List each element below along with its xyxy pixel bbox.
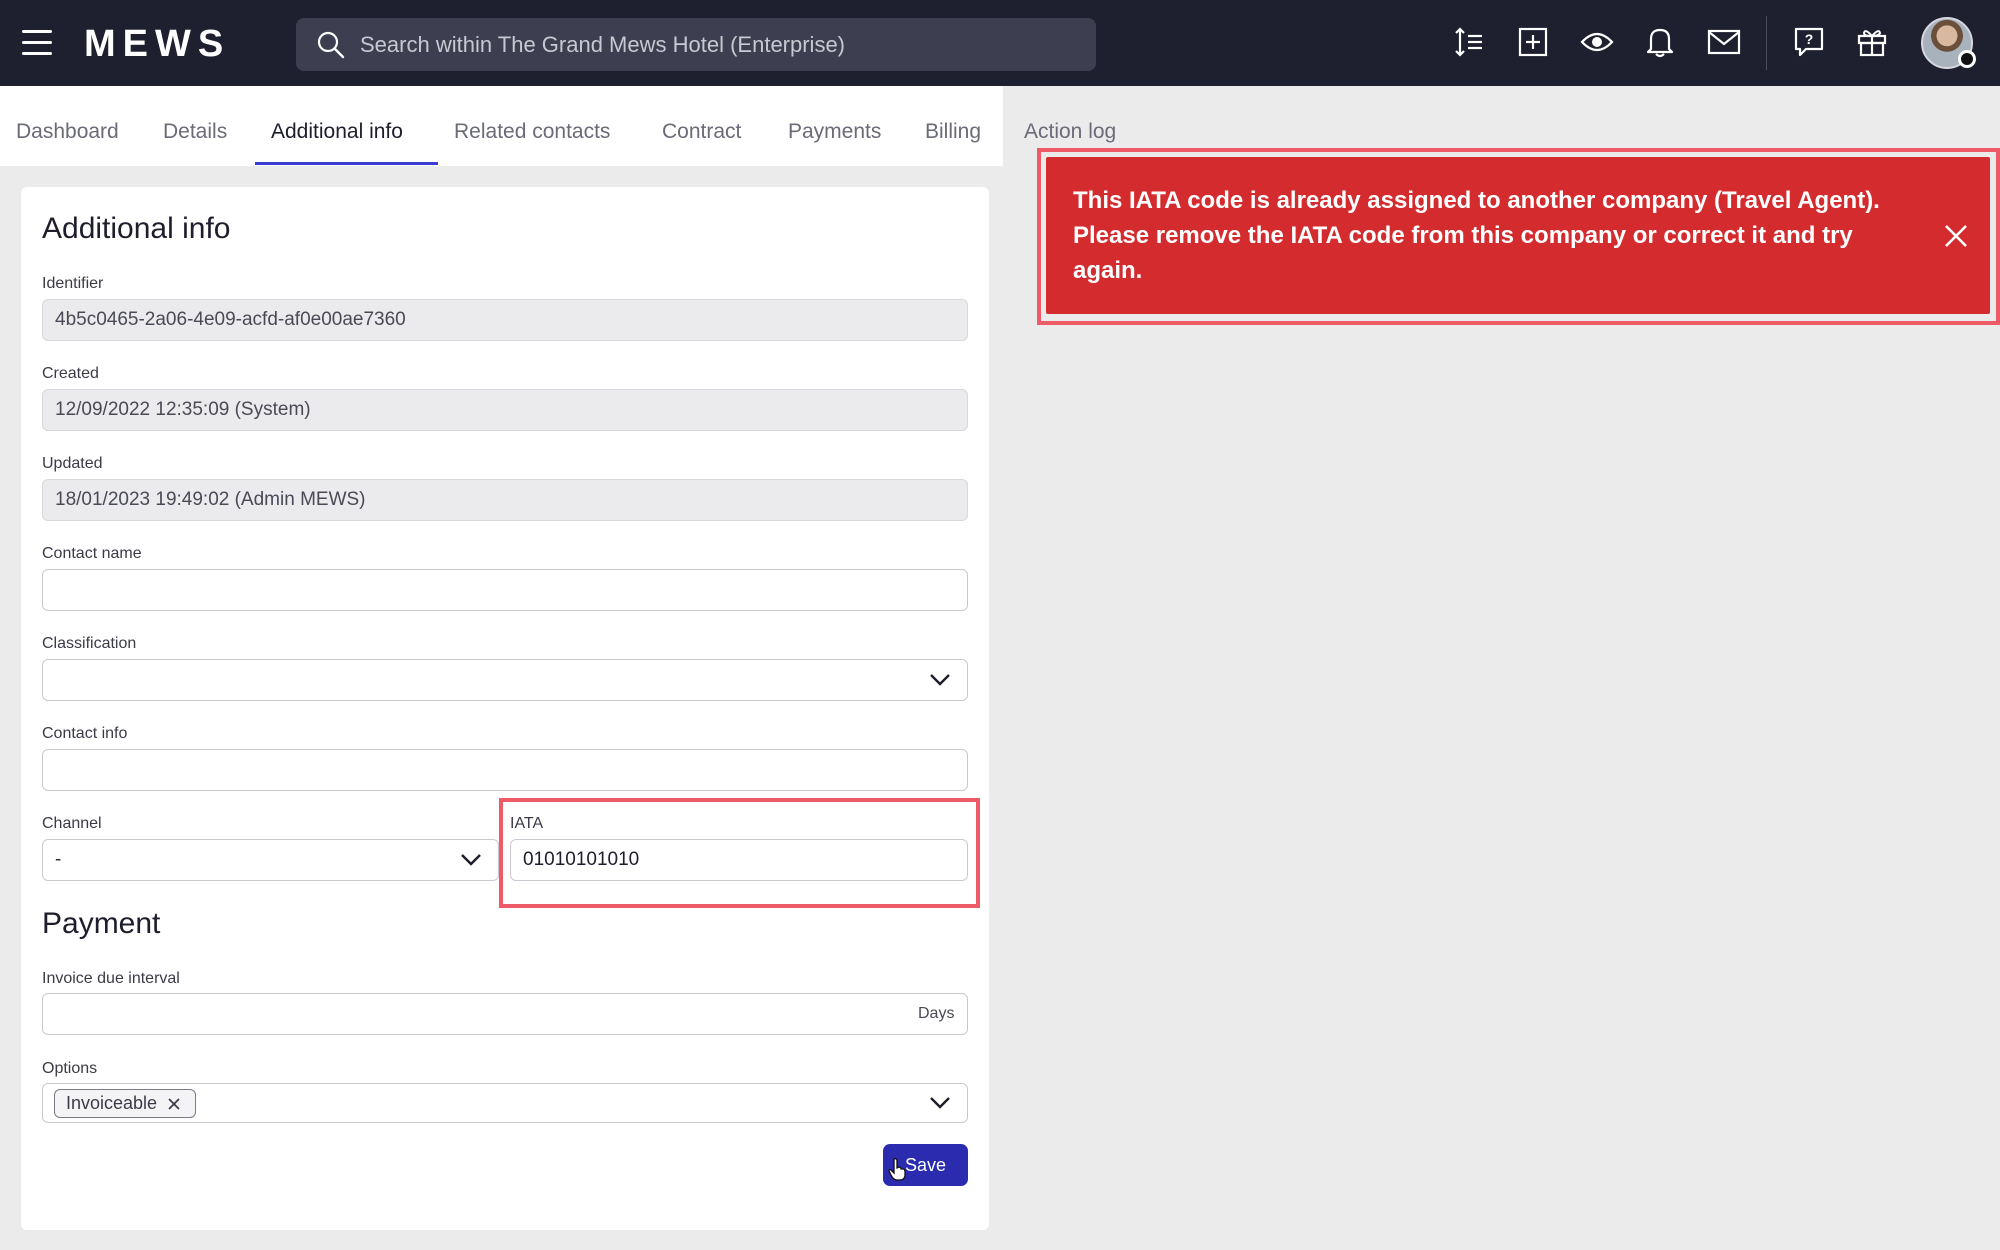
channel-select[interactable]: - — [42, 839, 499, 881]
contact-name-input[interactable] — [42, 569, 968, 611]
svg-text:?: ? — [1805, 31, 1814, 47]
tab-bar: Dashboard Details Additional info Relate… — [0, 86, 1116, 166]
status-indicator — [1958, 50, 1976, 68]
updated-field: 18/01/2023 19:49:02 (Admin MEWS) — [42, 479, 968, 521]
mail-icon[interactable] — [1704, 22, 1744, 62]
tab-related-contacts[interactable]: Related contacts — [454, 119, 610, 145]
search-icon — [317, 31, 345, 59]
eye-icon[interactable] — [1577, 22, 1617, 62]
gift-icon[interactable] — [1852, 22, 1892, 62]
classification-label: Classification — [42, 635, 137, 652]
bell-icon[interactable] — [1640, 22, 1680, 62]
payment-section-title: Payment — [42, 907, 161, 940]
search-bar[interactable] — [296, 18, 1096, 71]
chevron-down-icon — [461, 854, 481, 866]
tab-contract[interactable]: Contract — [662, 119, 741, 145]
contact-name-label: Contact name — [42, 545, 142, 562]
iata-highlight — [499, 798, 980, 908]
tab-billing[interactable]: Billing — [925, 119, 981, 145]
mews-logo[interactable]: MEWS — [84, 24, 230, 64]
updated-label: Updated — [42, 455, 103, 472]
chip-label: Invoiceable — [66, 1093, 158, 1113]
add-square-icon[interactable] — [1513, 22, 1553, 62]
created-label: Created — [42, 365, 99, 382]
hamburger-menu-icon[interactable] — [22, 30, 52, 56]
additional-info-card — [21, 187, 989, 1230]
tab-additional-info[interactable]: Additional info — [271, 119, 403, 145]
classification-select[interactable] — [42, 659, 968, 701]
toolbar-divider — [1766, 16, 1767, 70]
invoice-due-input[interactable] — [42, 993, 968, 1035]
search-input[interactable] — [360, 18, 1080, 71]
sort-lines-icon[interactable] — [1449, 22, 1489, 62]
channel-label: Channel — [42, 815, 102, 832]
chevron-down-icon — [930, 1097, 950, 1109]
tab-details[interactable]: Details — [163, 119, 227, 145]
help-chat-icon[interactable]: ? — [1789, 22, 1829, 62]
section-title: Additional info — [42, 212, 231, 245]
days-suffix: Days — [918, 1005, 955, 1022]
alert-highlight — [1037, 148, 2000, 325]
tab-dashboard[interactable]: Dashboard — [16, 119, 119, 145]
contact-info-label: Contact info — [42, 725, 128, 742]
chevron-down-icon — [930, 674, 950, 686]
options-label: Options — [42, 1060, 98, 1077]
hand-cursor-icon — [888, 1158, 906, 1181]
tab-action-log[interactable]: Action log — [1024, 119, 1116, 145]
created-field: 12/09/2022 12:35:09 (System) — [42, 389, 968, 431]
option-chip-invoiceable[interactable]: Invoiceable — [54, 1089, 197, 1118]
active-tab-indicator — [255, 162, 438, 165]
identifier-field: 4b5c0465-2a06-4e09-acfd-af0e00ae7360 — [42, 299, 968, 341]
top-bar: MEWS Search within The Grand Mews Hotel … — [0, 0, 2000, 86]
close-icon[interactable] — [167, 1097, 181, 1111]
invoice-due-label: Invoice due interval — [42, 970, 180, 987]
contact-info-input[interactable] — [42, 749, 968, 791]
tab-payments[interactable]: Payments — [788, 119, 881, 145]
identifier-label: Identifier — [42, 275, 104, 292]
